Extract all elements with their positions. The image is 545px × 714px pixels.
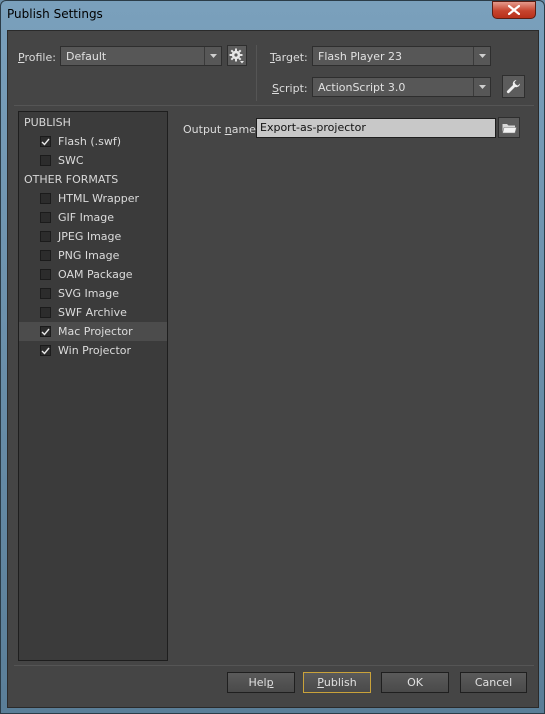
target-dropdown[interactable]: Flash Player 23	[312, 46, 491, 66]
checkbox[interactable]	[40, 193, 51, 204]
profile-value: Default	[66, 49, 107, 63]
close-icon	[508, 5, 520, 15]
window-title: Publish Settings	[7, 7, 103, 21]
script-value: ActionScript 3.0	[318, 80, 406, 94]
checkbox[interactable]	[40, 212, 51, 223]
chevron-down-icon	[204, 47, 221, 65]
footer-divider	[14, 665, 534, 666]
publish-heading: PUBLISH	[24, 116, 71, 129]
profile-label: Profile:	[18, 51, 56, 64]
format-label: GIF Image	[58, 211, 115, 224]
close-button[interactable]	[492, 1, 536, 19]
publish-settings-window: Publish Settings Profile: Default Target…	[0, 0, 545, 714]
format-label: OAM Package	[58, 268, 133, 281]
formats-panel: PUBLISH Flash (.swf) SWC OTHER FORMATS H…	[18, 111, 168, 661]
format-label: HTML Wrapper	[58, 192, 140, 205]
script-dropdown[interactable]: ActionScript 3.0	[312, 77, 491, 97]
checkbox[interactable]	[40, 288, 51, 299]
format-label: Flash (.swf)	[58, 135, 122, 148]
format-label: SVG Image	[58, 287, 119, 300]
output-name-input[interactable]: Export-as-projector	[256, 118, 496, 138]
header-divider	[14, 105, 534, 106]
checkbox[interactable]	[40, 307, 51, 318]
checkbox[interactable]	[40, 250, 51, 261]
checkbox[interactable]	[40, 136, 51, 147]
checkbox[interactable]	[40, 326, 51, 337]
checkbox[interactable]	[40, 231, 51, 242]
publish-button[interactable]: Publish	[303, 672, 371, 693]
format-label: SWF Archive	[58, 306, 127, 319]
profile-options-button[interactable]	[227, 45, 247, 66]
header-separator	[256, 45, 257, 101]
format-item-gif[interactable]: GIF Image	[19, 208, 167, 227]
script-settings-button[interactable]	[502, 75, 525, 98]
format-item-swf-archive[interactable]: SWF Archive	[19, 303, 167, 322]
dialog-client-area: Profile: Default Target: Flash Player 23…	[7, 30, 539, 708]
format-item-mac-projector[interactable]: Mac Projector	[19, 322, 167, 341]
script-label: Script:	[272, 82, 308, 95]
format-label: PNG Image	[58, 249, 120, 262]
format-item-jpeg[interactable]: JPEG Image	[19, 227, 167, 246]
title-bar[interactable]: Publish Settings	[1, 1, 544, 29]
chevron-down-icon	[473, 47, 490, 65]
wrench-icon	[506, 80, 520, 94]
format-label: JPEG Image	[58, 230, 122, 243]
target-value: Flash Player 23	[318, 49, 403, 63]
checkmark-icon	[41, 328, 50, 336]
profile-dropdown[interactable]: Default	[60, 46, 222, 66]
other-formats-heading: OTHER FORMATS	[24, 173, 119, 186]
gear-icon	[229, 48, 244, 63]
help-button[interactable]: Hel p	[227, 672, 295, 693]
format-label: Win Projector	[58, 344, 132, 357]
format-item-flash[interactable]: Flash (.swf)	[19, 132, 167, 151]
checkmark-icon	[41, 347, 50, 355]
checkbox[interactable]	[40, 155, 51, 166]
format-item-png[interactable]: PNG Image	[19, 246, 167, 265]
chevron-down-icon	[473, 78, 490, 96]
cancel-button[interactable]: Cancel	[460, 672, 527, 693]
target-label: Target:	[270, 51, 308, 64]
format-item-oam[interactable]: OAM Package	[19, 265, 167, 284]
ok-button[interactable]: OK	[381, 672, 449, 693]
checkmark-icon	[41, 138, 50, 146]
format-item-html-wrapper[interactable]: HTML Wrapper	[19, 189, 167, 208]
format-item-svg[interactable]: SVG Image	[19, 284, 167, 303]
format-label: Mac Projector	[58, 325, 133, 338]
checkbox[interactable]	[40, 269, 51, 280]
checkbox[interactable]	[40, 345, 51, 356]
format-label: SWC	[58, 154, 84, 167]
browse-folder-button[interactable]	[498, 117, 520, 138]
output-name-label: Output name:	[183, 123, 260, 136]
folder-icon	[501, 123, 517, 133]
format-item-win-projector[interactable]: Win Projector	[19, 341, 167, 360]
format-item-swc[interactable]: SWC	[19, 151, 167, 170]
